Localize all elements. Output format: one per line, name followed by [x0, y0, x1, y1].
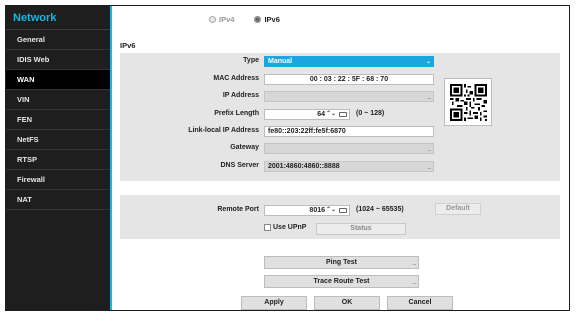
sidebar: Network General IDIS Web WAN VIN FEN Net…	[6, 6, 110, 310]
remote-port-panel: Remote Port 8016 ⌃⌄ (1024 ~ 65535) Defau…	[120, 195, 560, 239]
sidebar-item-vin[interactable]: VIN	[6, 90, 110, 110]
ping-test-label: Ping Test	[326, 259, 357, 266]
remote-port-value: 8016	[309, 207, 325, 214]
edit-icon: _	[412, 279, 416, 285]
ipv6-label: IPv6	[264, 15, 280, 24]
link-local-label: Link-local IP Address	[188, 127, 259, 134]
link-local-field: fe80::203:22ff:fe5f:6870	[264, 126, 434, 137]
remote-port-range: (1024 ~ 65535)	[356, 206, 404, 213]
ip-address-field[interactable]: _	[264, 91, 434, 102]
prefix-length-spinbox[interactable]: 64 ⌃⌄	[264, 109, 350, 120]
radio-on-icon	[254, 16, 262, 23]
ip-label: IP Address	[222, 92, 259, 99]
dns-server-field[interactable]: 2001:4860:4860::8888 _	[264, 161, 434, 172]
sidebar-item-netfs[interactable]: NetFS	[6, 130, 110, 150]
spinner-icon[interactable]: ⌃⌄	[326, 110, 336, 119]
main-content: IPv4 IPv6 IPv6 Type Manual ⌄ MAC Address…	[112, 6, 569, 310]
mac-field: 00 : 03 : 22 : 5F : 68 : 70	[264, 74, 434, 85]
qr-code-icon	[450, 84, 487, 121]
gateway-label: Gateway	[230, 144, 259, 151]
status-label: Status	[350, 225, 372, 232]
sidebar-item-nat[interactable]: NAT	[6, 190, 110, 210]
ping-test-button[interactable]: Ping Test _	[264, 256, 419, 269]
keyboard-icon[interactable]	[339, 208, 347, 213]
prefix-range: (0 ~ 128)	[356, 110, 385, 117]
sidebar-item-idis-web[interactable]: IDIS Web	[6, 50, 110, 70]
default-button[interactable]: Default	[435, 203, 481, 215]
prefix-label: Prefix Length	[214, 110, 259, 117]
prefix-length-value: 64	[317, 111, 325, 118]
dns-label: DNS Server	[220, 162, 259, 169]
remote-port-label: Remote Port	[217, 206, 259, 213]
edit-icon: _	[427, 164, 431, 170]
section-title: IPv6	[120, 41, 136, 50]
cancel-button[interactable]: Cancel	[387, 296, 453, 310]
sidebar-item-fen[interactable]: FEN	[6, 110, 110, 130]
mac-label: MAC Address	[213, 75, 259, 82]
type-label: Type	[243, 57, 259, 64]
ipv4-radio[interactable]: IPv4	[209, 15, 234, 24]
ipv6-radio[interactable]: IPv6	[254, 15, 280, 24]
spinner-icon[interactable]: ⌃⌄	[326, 206, 336, 215]
use-upnp-checkbox[interactable]: Use UPnP	[264, 224, 306, 231]
status-button[interactable]: Status	[316, 223, 406, 235]
sidebar-item-general[interactable]: General	[6, 30, 110, 50]
apply-button[interactable]: Apply	[241, 296, 307, 310]
type-select[interactable]: Manual ⌄	[264, 56, 434, 67]
settings-window: Network General IDIS Web WAN VIN FEN Net…	[5, 5, 570, 311]
type-value: Manual	[268, 58, 293, 65]
sidebar-item-rtsp[interactable]: RTSP	[6, 150, 110, 170]
ip-mode-radio-group: IPv4 IPv6	[209, 15, 280, 24]
trace-route-test-button[interactable]: Trace Route Test _	[264, 275, 419, 288]
edit-icon: _	[427, 94, 431, 100]
keyboard-icon[interactable]	[339, 112, 347, 117]
edit-icon: _	[427, 146, 431, 152]
trace-route-label: Trace Route Test	[313, 278, 370, 285]
checkbox-icon[interactable]	[264, 224, 271, 231]
dns-server-value: 2001:4860:4860::8888	[268, 163, 340, 170]
edit-icon: _	[412, 260, 416, 266]
ok-button[interactable]: OK	[314, 296, 380, 310]
dropdown-arrow-icon: ⌄	[425, 59, 431, 65]
remote-port-spinbox[interactable]: 8016 ⌃⌄	[264, 205, 350, 216]
sidebar-item-firewall[interactable]: Firewall	[6, 170, 110, 190]
use-upnp-label: Use UPnP	[273, 224, 307, 231]
ipv4-label: IPv4	[219, 15, 235, 24]
qr-code	[444, 78, 492, 126]
sidebar-title: Network	[6, 6, 110, 30]
gateway-field[interactable]: _	[264, 143, 434, 154]
radio-off-icon	[209, 16, 216, 23]
ipv6-settings-panel: Type Manual ⌄ MAC Address 00 : 03 : 22 :…	[120, 53, 560, 181]
sidebar-item-wan[interactable]: WAN	[6, 70, 110, 90]
